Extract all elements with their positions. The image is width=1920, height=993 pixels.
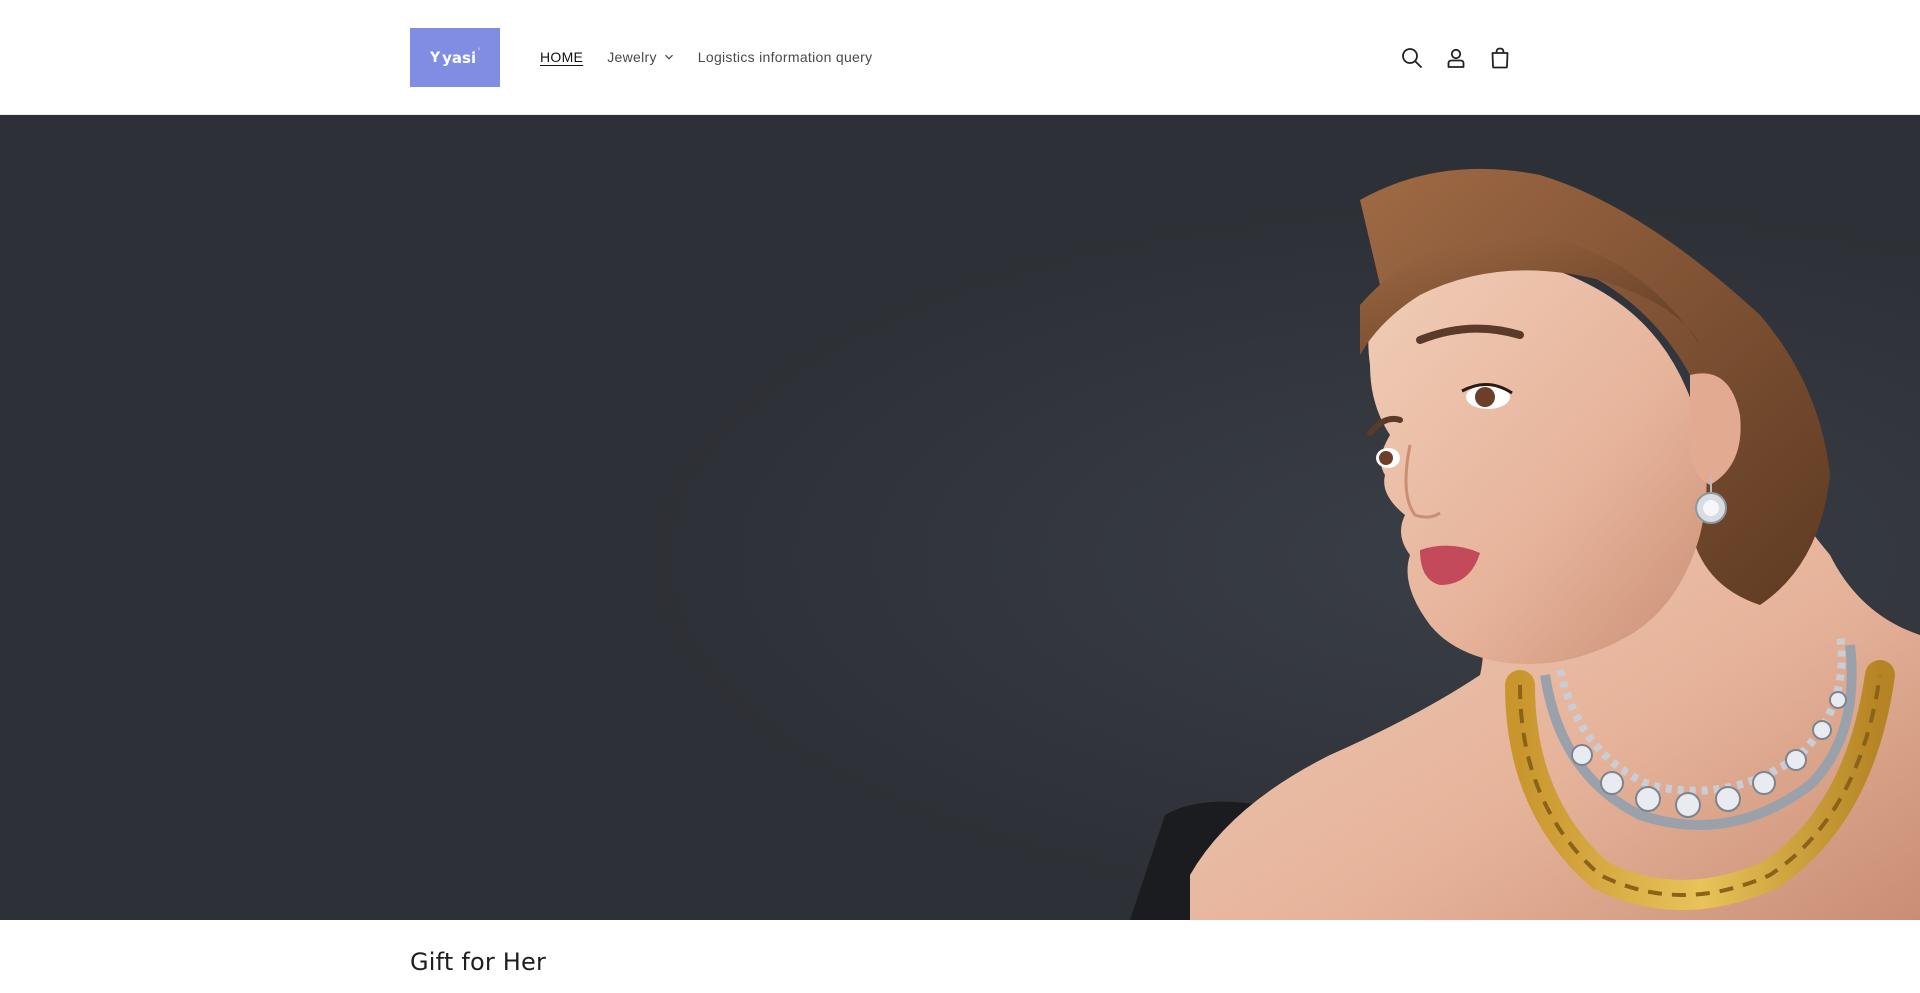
hero-banner — [0, 115, 1920, 920]
nav-home[interactable]: HOME — [540, 46, 583, 68]
account-button[interactable] — [1438, 40, 1474, 76]
logo[interactable]: Y yasi ◦ — [410, 28, 500, 87]
search-button[interactable] — [1394, 40, 1430, 76]
nav-logistics[interactable]: Logistics information query — [698, 46, 873, 68]
cart-icon — [1491, 47, 1509, 69]
account-icon — [1447, 48, 1465, 68]
nav-jewelry-label: Jewelry — [607, 49, 657, 65]
chevron-down-icon — [664, 54, 673, 60]
logo-mark: Y — [430, 49, 441, 66]
logo-dot: ◦ — [477, 46, 481, 53]
header-icons — [1394, 40, 1526, 76]
nav-jewelry[interactable]: Jewelry — [607, 46, 674, 68]
search-icon — [1402, 48, 1422, 68]
cart-button[interactable] — [1482, 40, 1518, 76]
collection-title: Gift for Her — [410, 948, 547, 976]
hero-image — [0, 115, 1920, 920]
main-nav: HOME Jewelry Logistics information query — [540, 46, 896, 68]
logo-text: yasi — [442, 48, 477, 67]
site-header: Y yasi ◦ HOME Jewelry Logistics informat… — [0, 0, 1920, 115]
